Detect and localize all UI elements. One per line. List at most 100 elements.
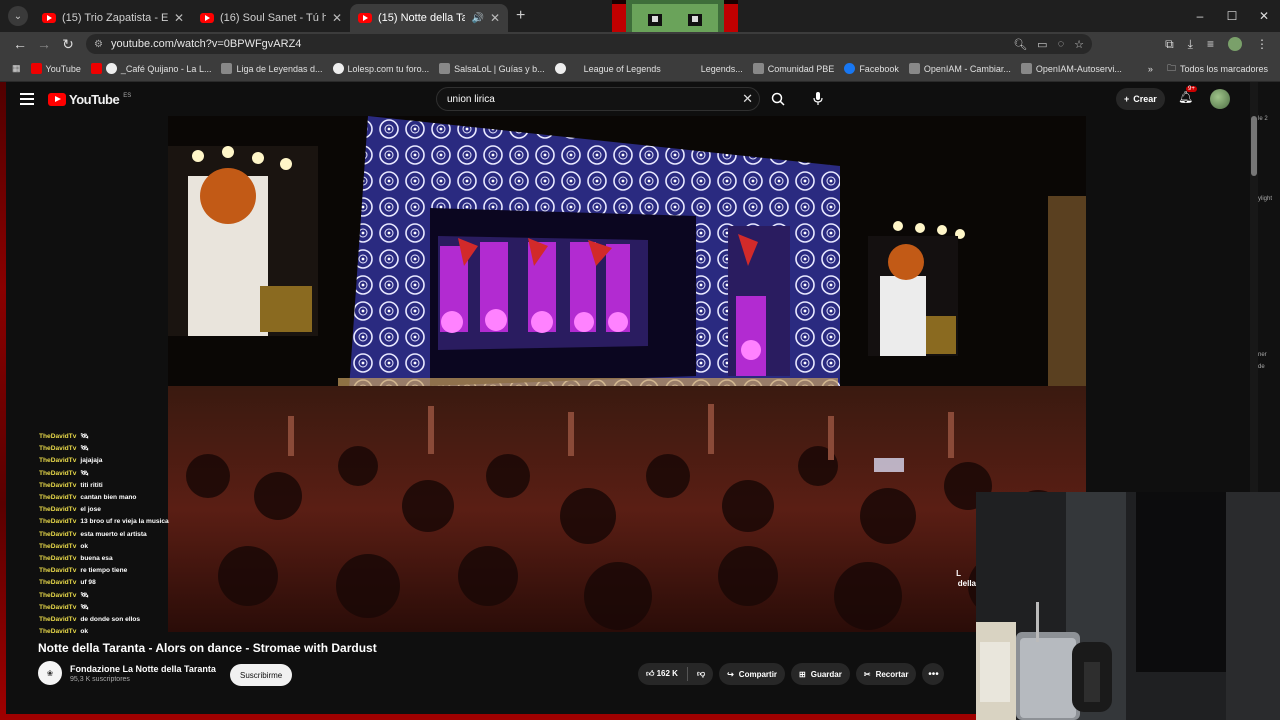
- bookmark-item[interactable]: OpenIAM - Cambiar...: [908, 63, 1011, 74]
- save-label: Guardar: [810, 669, 842, 679]
- plus-icon: +: [1124, 94, 1130, 104]
- dislike-button[interactable]: 👎︎: [697, 669, 705, 679]
- cast-icon[interactable]: ▭: [1037, 38, 1047, 51]
- chat-text: jajajaja: [80, 457, 103, 465]
- all-bookmarks-button[interactable]: 🗀 Todos los marcadores: [1167, 61, 1268, 77]
- bookmark-item[interactable]: Legends...: [701, 64, 743, 74]
- back-arrow-icon[interactable]: ←: [8, 36, 32, 52]
- chat-text: esta muerto el artista: [80, 530, 147, 538]
- youtube-favicon-icon: [358, 13, 372, 23]
- speaker-icon[interactable]: 🔊: [471, 13, 483, 24]
- tab-close-icon[interactable]: ✕: [174, 11, 184, 25]
- all-bookmarks-label: Todos los marcadores: [1179, 64, 1268, 74]
- user-avatar[interactable]: [1210, 89, 1230, 109]
- bookmark-label: Legends...: [700, 63, 743, 74]
- close-window-button[interactable]: ✕: [1248, 0, 1280, 32]
- like-button[interactable]: 👍︎ 162 K: [646, 669, 678, 679]
- bookmark-item[interactable]: SalsaLoL | Guías y b...: [439, 63, 545, 74]
- bookmark-item[interactable]: Comunidad PBE: [752, 63, 834, 74]
- subscribe-button[interactable]: Suscribirme: [230, 664, 293, 686]
- video-player[interactable]: L della: [168, 116, 1086, 632]
- chat-message: TheDavidTv 🛰: [39, 602, 199, 614]
- search-button[interactable]: [766, 87, 790, 111]
- tab-close-icon[interactable]: ✕: [490, 11, 500, 25]
- bookmark-item[interactable]: YouTube: [30, 63, 81, 74]
- minimize-button[interactable]: –: [1184, 0, 1216, 32]
- channel-avatar[interactable]: ❀: [38, 661, 62, 685]
- youtube-logo-icon: [48, 93, 66, 106]
- create-label: Crear: [1133, 94, 1157, 104]
- url-text: youtube.com/watch?v=0BPWFgvARZ4: [110, 38, 302, 50]
- maximize-button[interactable]: ☐: [1216, 0, 1248, 32]
- media-queue-icon[interactable]: ≡: [1207, 37, 1214, 51]
- create-button[interactable]: + Crear: [1116, 88, 1165, 110]
- toolbar-actions: ⧉ ⤓ ≡ ⋮: [1165, 32, 1280, 56]
- browser-tab[interactable]: (16) Soul Sanet - Tú haces que ✕: [192, 4, 350, 32]
- address-bar[interactable]: ⚙ youtube.com/watch?v=0BPWFgvARZ4 🔍︎ ▭ ◌…: [86, 34, 1092, 54]
- channel-meta: Fondazione La Notte della Taranta 95,3 K…: [70, 664, 216, 683]
- bookmark-item[interactable]: _Café Quijano - La L...: [90, 63, 212, 74]
- zoom-icon[interactable]: 🔍︎: [1013, 38, 1027, 51]
- browser-tab[interactable]: (15) Trio Zapatista - El refranero ✕: [34, 4, 192, 32]
- forward-arrow-icon[interactable]: →: [32, 36, 56, 52]
- search-input[interactable]: union lirica ✕: [436, 87, 760, 111]
- bookmark-item[interactable]: League of Legends: [554, 63, 661, 74]
- bookmark-item[interactable]: Lolesp.com tu foro...: [332, 63, 429, 74]
- bookmark-item[interactable]: Liga de Leyendas d...: [221, 63, 323, 74]
- chat-text: cantan bien mano: [80, 494, 137, 502]
- chat-message: TheDavidTv buena esa: [39, 553, 199, 565]
- clip-button[interactable]: ✂ Recortar: [855, 663, 917, 685]
- extension-puzzle-icon[interactable]: ⧉: [1165, 37, 1174, 52]
- site-info-icon[interactable]: ⚙: [94, 39, 103, 50]
- chat-username: TheDavidTv: [39, 567, 77, 575]
- tab-close-icon[interactable]: ✕: [332, 11, 342, 25]
- thumbs-up-icon: 👍︎: [646, 669, 655, 678]
- share-button[interactable]: ↪ Compartir: [719, 663, 786, 685]
- site-icon: [221, 63, 233, 74]
- scrollbar-thumb[interactable]: [1251, 116, 1257, 176]
- bookmarks-overflow-button[interactable]: »: [1148, 64, 1153, 74]
- edge-text: ylight: [1258, 196, 1273, 202]
- save-button[interactable]: ⊞ Guardar: [791, 663, 850, 685]
- tab-search-icon[interactable]: ⌄: [8, 6, 28, 26]
- notifications-bell-icon[interactable]: 🔔︎ 9+: [1178, 86, 1197, 104]
- chat-message: TheDavidTv ok: [39, 626, 199, 638]
- youtube-favicon-icon: [42, 13, 56, 23]
- youtube-logo[interactable]: YouTube ES: [48, 92, 131, 107]
- channel-name[interactable]: Fondazione La Notte della Taranta: [70, 664, 216, 674]
- apps-grid-icon[interactable]: ▦: [12, 63, 21, 74]
- more-actions-button[interactable]: •••: [922, 663, 945, 685]
- browser-tab-active[interactable]: (15) Notte della Taranta - Al 🔊 ✕: [350, 4, 508, 32]
- chat-text: uf 98: [80, 579, 96, 587]
- edge-text: de: [1258, 364, 1265, 370]
- edge-text: ner: [1258, 352, 1267, 358]
- bookmark-label: YouTube: [45, 63, 81, 74]
- eye-off-icon[interactable]: ◌: [1058, 38, 1065, 50]
- menu-hamburger-icon[interactable]: [20, 93, 34, 105]
- edge-text: le 2: [1258, 116, 1268, 122]
- bookmark-label: _Café Quijano - La L...: [120, 63, 212, 74]
- chat-text: de donde son ellos: [80, 616, 141, 624]
- bookmark-label: League of Legends: [583, 63, 661, 74]
- reload-icon[interactable]: ↻: [56, 36, 80, 53]
- new-tab-button[interactable]: +: [516, 7, 525, 25]
- site-icon: [105, 63, 117, 74]
- video-title: Notte della Taranta - Alors on dance - S…: [38, 641, 377, 655]
- chat-text: 13 broo uf re vieja la musica: [80, 518, 169, 526]
- chat-message: TheDavidTv uf 98: [39, 577, 199, 589]
- omnibox-actions: 🔍︎ ▭ ◌ ☆: [1013, 34, 1084, 54]
- site-icon: [752, 63, 764, 74]
- bookmark-item[interactable]: Facebook: [844, 63, 899, 74]
- search-query: union lirica: [447, 93, 495, 105]
- youtube-icon: [30, 63, 42, 74]
- facebook-icon: [844, 63, 856, 74]
- clear-search-icon[interactable]: ✕: [742, 91, 753, 107]
- download-icon[interactable]: ⤓: [1188, 37, 1193, 52]
- chrome-menu-icon[interactable]: ⋮: [1256, 37, 1268, 51]
- bookmark-star-icon[interactable]: ☆: [1074, 38, 1084, 51]
- bookmark-label: Liga de Leyendas d...: [236, 63, 323, 74]
- chat-username: TheDavidTv: [39, 494, 77, 502]
- bookmark-item[interactable]: OpenIAM-Autoservi...: [1020, 63, 1122, 74]
- voice-search-button[interactable]: [806, 87, 830, 111]
- profile-avatar[interactable]: [1228, 37, 1242, 51]
